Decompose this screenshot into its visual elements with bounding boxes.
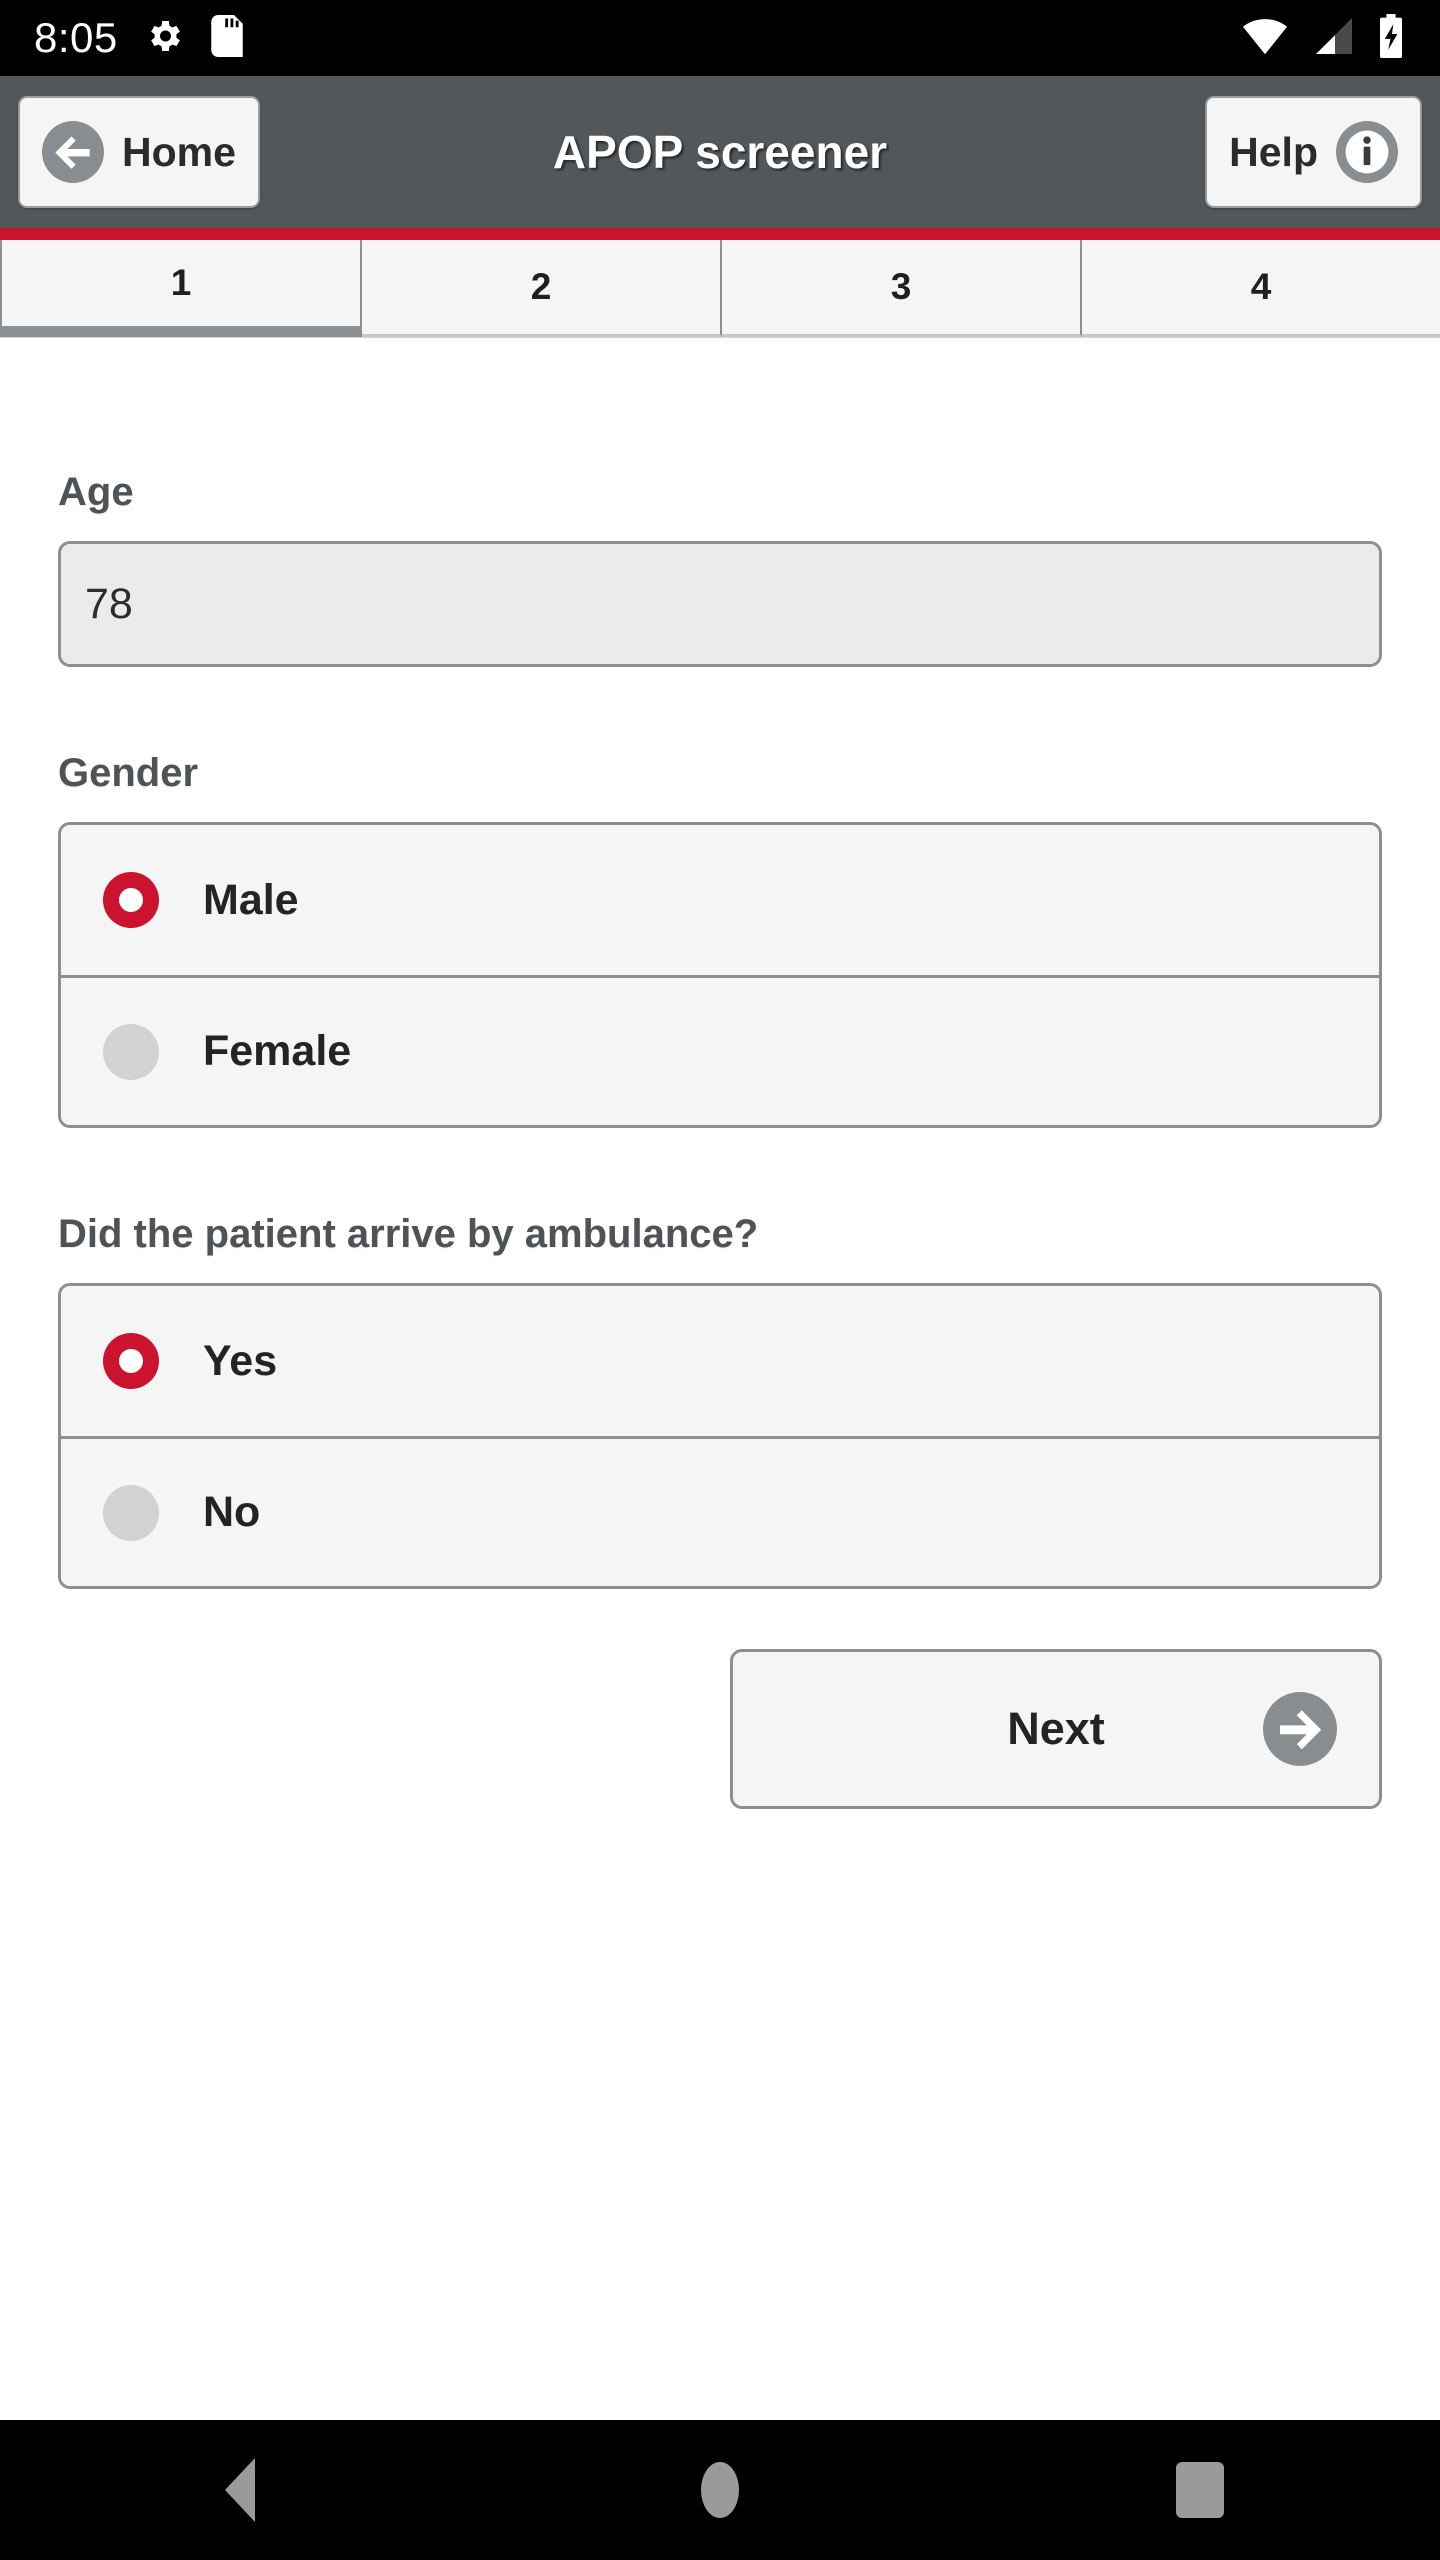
home-button[interactable]: Home <box>18 96 260 208</box>
radio-selected-icon <box>103 1333 159 1389</box>
nav-recents-button[interactable] <box>1140 2420 1260 2560</box>
android-nav-bar <box>0 2420 1440 2560</box>
form-content: Age 78 Gender Male Female Did the patien… <box>0 470 1440 1809</box>
nav-home-button[interactable] <box>660 2420 780 2560</box>
tab-1[interactable]: 1 <box>0 240 362 337</box>
help-button[interactable]: Help <box>1205 96 1422 208</box>
gender-label: Gender <box>58 751 199 795</box>
next-button-label: Next <box>1007 1703 1105 1754</box>
gender-option-male-label: Male <box>203 875 299 924</box>
sd-card-icon <box>210 14 244 62</box>
home-circle-icon <box>701 2462 739 2518</box>
age-input[interactable]: 78 <box>58 541 1382 667</box>
gender-option-male[interactable]: Male <box>61 825 1379 975</box>
status-bar-right <box>1242 13 1406 63</box>
info-circle-icon <box>1336 121 1398 183</box>
home-button-label: Home <box>122 128 236 175</box>
wifi-icon <box>1242 16 1288 61</box>
tab-3[interactable]: 3 <box>722 240 1082 337</box>
recents-square-icon <box>1176 2462 1224 2518</box>
ambulance-option-no-label: No <box>203 1488 261 1536</box>
gear-icon <box>144 16 184 61</box>
app-bar: Home APOP screener Help <box>0 76 1440 228</box>
status-clock: 8:05 <box>34 14 118 61</box>
ambulance-label: Did the patient arrive by ambulance? <box>58 1212 759 1256</box>
next-button[interactable]: Next <box>730 1649 1382 1809</box>
radio-unselected-icon <box>103 1484 159 1541</box>
accent-bar <box>0 228 1440 240</box>
gender-option-female-label: Female <box>203 1027 352 1075</box>
tab-4[interactable]: 4 <box>1082 240 1440 337</box>
battery-charging-icon <box>1376 13 1406 63</box>
nav-back-button[interactable] <box>180 2420 300 2560</box>
help-button-label: Help <box>1229 128 1318 175</box>
radio-selected-icon <box>103 872 159 928</box>
back-triangle-icon <box>225 2458 255 2522</box>
radio-unselected-icon <box>103 1023 159 1080</box>
age-label: Age <box>58 470 134 514</box>
ambulance-option-yes-label: Yes <box>203 1336 278 1385</box>
gender-option-female[interactable]: Female <box>61 975 1379 1125</box>
ambulance-radio-group: Yes No <box>58 1283 1382 1589</box>
ambulance-option-no[interactable]: No <box>61 1436 1379 1586</box>
status-bar: 8:05 <box>0 0 1440 76</box>
next-button-row: Next <box>58 1649 1382 1809</box>
gender-radio-group: Male Female <box>58 822 1382 1128</box>
tab-2[interactable]: 2 <box>362 240 722 337</box>
cellular-signal-icon <box>1310 16 1354 61</box>
ambulance-option-yes[interactable]: Yes <box>61 1286 1379 1436</box>
status-bar-left: 8:05 <box>34 14 244 62</box>
arrow-left-circle-icon <box>42 121 104 183</box>
arrow-right-circle-icon <box>1263 1692 1337 1766</box>
tab-strip: 1 2 3 4 <box>0 240 1440 338</box>
